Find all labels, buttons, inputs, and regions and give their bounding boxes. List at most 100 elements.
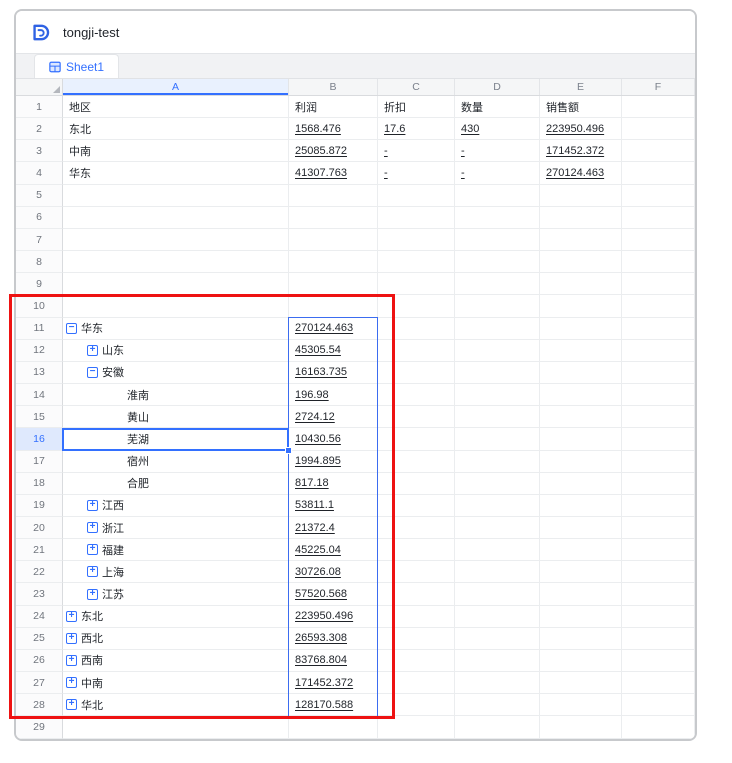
cell-E1[interactable]: 销售额: [540, 96, 622, 118]
cell-D15[interactable]: [455, 406, 540, 428]
select-all-corner[interactable]: [16, 79, 63, 95]
cell-C21[interactable]: [378, 539, 455, 561]
cell-B18[interactable]: 817.18: [289, 473, 378, 495]
cell-E11[interactable]: [540, 318, 622, 340]
cell-C15[interactable]: [378, 406, 455, 428]
cell-B26[interactable]: 83768.804: [289, 650, 378, 672]
row-header-5[interactable]: 5: [16, 185, 63, 207]
cell-B13[interactable]: 16163.735: [289, 362, 378, 384]
cell-A23[interactable]: +江苏: [63, 583, 289, 605]
cell-B10[interactable]: [289, 295, 378, 317]
cell-A26[interactable]: +西南: [63, 650, 289, 672]
row-header-13[interactable]: 13: [16, 362, 63, 384]
cell-D24[interactable]: [455, 606, 540, 628]
cell-A1[interactable]: 地区: [63, 96, 289, 118]
row-header-29[interactable]: 29: [16, 716, 63, 738]
cell-F6[interactable]: [622, 207, 695, 229]
cell-D12[interactable]: [455, 340, 540, 362]
cell-E29[interactable]: [540, 716, 622, 738]
cell-F23[interactable]: [622, 583, 695, 605]
cell-D13[interactable]: [455, 362, 540, 384]
cell-D19[interactable]: [455, 495, 540, 517]
cell-F16[interactable]: [622, 428, 695, 450]
cell-F15[interactable]: [622, 406, 695, 428]
collapse-icon[interactable]: −: [66, 323, 77, 334]
row-header-18[interactable]: 18: [16, 473, 63, 495]
cell-A21[interactable]: +福建: [63, 539, 289, 561]
cell-C5[interactable]: [378, 185, 455, 207]
cell-A10[interactable]: [63, 295, 289, 317]
cell-F9[interactable]: [622, 273, 695, 295]
cell-F19[interactable]: [622, 495, 695, 517]
cell-D16[interactable]: [455, 428, 540, 450]
expand-icon[interactable]: +: [87, 544, 98, 555]
cell-D20[interactable]: [455, 517, 540, 539]
cell-B24[interactable]: 223950.496: [289, 606, 378, 628]
cell-F4[interactable]: [622, 162, 695, 184]
row-header-12[interactable]: 12: [16, 340, 63, 362]
cell-A20[interactable]: +浙江: [63, 517, 289, 539]
cell-F18[interactable]: [622, 473, 695, 495]
cell-F8[interactable]: [622, 251, 695, 273]
cell-A19[interactable]: +江西: [63, 495, 289, 517]
cell-C26[interactable]: [378, 650, 455, 672]
tab-sheet1[interactable]: Sheet1: [34, 54, 119, 78]
row-header-2[interactable]: 2: [16, 118, 63, 140]
cell-C18[interactable]: [378, 473, 455, 495]
cell-A17[interactable]: 宿州: [63, 451, 289, 473]
cell-D2[interactable]: 430: [455, 118, 540, 140]
cell-E2[interactable]: 223950.496: [540, 118, 622, 140]
row-header-4[interactable]: 4: [16, 162, 63, 184]
cell-D26[interactable]: [455, 650, 540, 672]
cell-F24[interactable]: [622, 606, 695, 628]
cell-E14[interactable]: [540, 384, 622, 406]
cell-F14[interactable]: [622, 384, 695, 406]
expand-icon[interactable]: +: [66, 699, 77, 710]
cell-B23[interactable]: 57520.568: [289, 583, 378, 605]
cell-C1[interactable]: 折扣: [378, 96, 455, 118]
expand-icon[interactable]: +: [66, 677, 77, 688]
cell-E25[interactable]: [540, 628, 622, 650]
cell-A8[interactable]: [63, 251, 289, 273]
expand-icon[interactable]: +: [87, 345, 98, 356]
cell-A28[interactable]: +华北: [63, 694, 289, 716]
cell-A7[interactable]: [63, 229, 289, 251]
cell-C24[interactable]: [378, 606, 455, 628]
cell-F27[interactable]: [622, 672, 695, 694]
cell-F5[interactable]: [622, 185, 695, 207]
cell-D11[interactable]: [455, 318, 540, 340]
cell-E17[interactable]: [540, 451, 622, 473]
cell-D27[interactable]: [455, 672, 540, 694]
cell-E5[interactable]: [540, 185, 622, 207]
row-header-9[interactable]: 9: [16, 273, 63, 295]
cell-C2[interactable]: 17.6: [378, 118, 455, 140]
cell-A4[interactable]: 华东: [63, 162, 289, 184]
cell-B11[interactable]: 270124.463: [289, 318, 378, 340]
cell-C23[interactable]: [378, 583, 455, 605]
cell-A25[interactable]: +西北: [63, 628, 289, 650]
cell-A13[interactable]: −安徽: [63, 362, 289, 384]
cell-C10[interactable]: [378, 295, 455, 317]
row-header-15[interactable]: 15: [16, 406, 63, 428]
cell-C28[interactable]: [378, 694, 455, 716]
cell-D21[interactable]: [455, 539, 540, 561]
cell-E15[interactable]: [540, 406, 622, 428]
cell-B21[interactable]: 45225.04: [289, 539, 378, 561]
column-header-F[interactable]: F: [622, 79, 695, 95]
cell-C9[interactable]: [378, 273, 455, 295]
row-header-7[interactable]: 7: [16, 229, 63, 251]
cell-E3[interactable]: 171452.372: [540, 140, 622, 162]
cell-D4[interactable]: -: [455, 162, 540, 184]
cell-F22[interactable]: [622, 561, 695, 583]
row-header-14[interactable]: 14: [16, 384, 63, 406]
cell-A2[interactable]: 东北: [63, 118, 289, 140]
cell-F17[interactable]: [622, 451, 695, 473]
column-header-B[interactable]: B: [289, 79, 378, 95]
row-header-10[interactable]: 10: [16, 295, 63, 317]
cell-A14[interactable]: 淮南: [63, 384, 289, 406]
row-header-27[interactable]: 27: [16, 672, 63, 694]
cell-D23[interactable]: [455, 583, 540, 605]
cell-D17[interactable]: [455, 451, 540, 473]
cell-C12[interactable]: [378, 340, 455, 362]
cell-B8[interactable]: [289, 251, 378, 273]
